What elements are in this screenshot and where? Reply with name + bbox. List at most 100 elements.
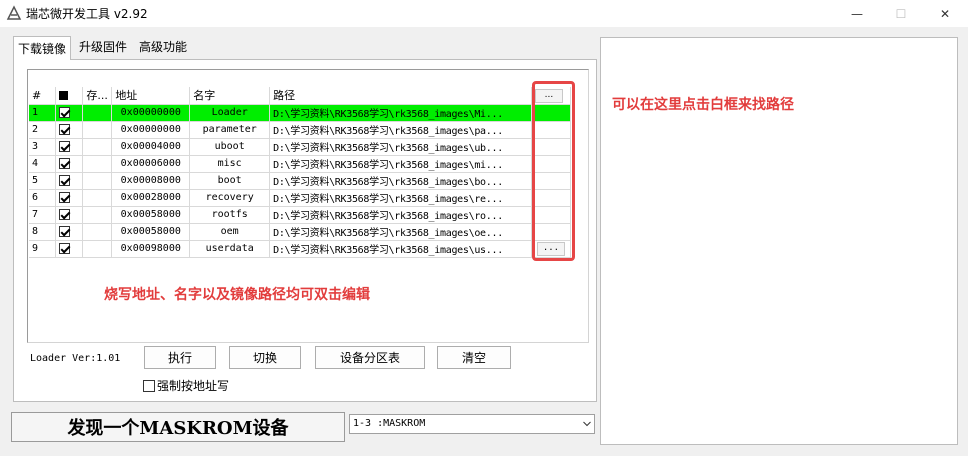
col-header-index[interactable]: # [29, 87, 57, 105]
checkbox-checked-icon[interactable] [59, 242, 71, 254]
close-button[interactable]: ✕ [922, 0, 968, 27]
partition-table-button[interactable]: 设备分区表 [315, 346, 425, 369]
row-path[interactable]: D:\学习资料\RK3568学习\rk3568_images\ro... [269, 206, 532, 224]
row-path[interactable]: D:\学习资料\RK3568学习\rk3568_images\ub... [269, 138, 532, 156]
annotation-edit-hint: 烧写地址、名字以及镜像路径均可双击编辑 [104, 287, 370, 303]
row-name[interactable]: userdata [189, 240, 271, 258]
force-by-address-option[interactable]: 强制按地址写 [143, 377, 229, 394]
row-address[interactable]: 0x00028000 [111, 189, 191, 207]
window-title: 瑞芯微开发工具 v2.92 [26, 7, 148, 21]
tab-upgrade-firmware[interactable]: 升级固件 [75, 37, 131, 59]
maximize-button[interactable]: ☐ [878, 0, 924, 27]
table-row[interactable]: 3 0x00004000 uboot D:\学习资料\RK3568学习\rk3568_… [29, 138, 572, 156]
row-path[interactable]: D:\学习资料\RK3568学习\rk3568_images\Mi... [269, 104, 532, 122]
row-name[interactable]: misc [189, 155, 271, 173]
row-storage[interactable] [82, 189, 113, 207]
row-path[interactable]: D:\学习资料\RK3568学习\rk3568_images\oe... [269, 223, 532, 241]
row-index[interactable]: 4 [29, 155, 57, 173]
row-address[interactable]: 0x00000000 [111, 104, 191, 122]
force-by-address-label: 强制按地址写 [157, 379, 230, 393]
row-address[interactable]: 0x00058000 [111, 223, 191, 241]
row-storage[interactable] [82, 223, 113, 241]
row-checkbox[interactable] [55, 172, 84, 190]
checkbox-checked-icon[interactable] [59, 140, 71, 152]
row-storage[interactable] [82, 104, 113, 122]
table-row[interactable]: 8 0x00058000 oem D:\学习资料\RK3568学习\rk3568_im… [29, 223, 572, 241]
checkbox-checked-icon[interactable] [59, 174, 71, 186]
app-logo-icon [6, 5, 22, 20]
row-path[interactable]: D:\学习资料\RK3568学习\rk3568_images\us... [269, 240, 532, 258]
row-address[interactable]: 0x00008000 [111, 172, 191, 190]
row-storage[interactable] [82, 240, 113, 258]
row-storage[interactable] [82, 155, 113, 173]
table-row[interactable]: 6 0x00028000 recovery D:\学习资料\RK3568学习\rk35… [29, 189, 572, 207]
execute-button[interactable]: 执行 [144, 346, 216, 369]
row-path[interactable]: D:\学习资料\RK3568学习\rk3568_images\re... [269, 189, 532, 207]
row-path[interactable]: D:\学习资料\RK3568学习\rk3568_images\pa... [269, 121, 532, 139]
row-address[interactable]: 0x00004000 [111, 138, 191, 156]
row-name[interactable]: oem [189, 223, 271, 241]
row-address[interactable]: 0x00098000 [111, 240, 191, 258]
force-by-address-checkbox[interactable] [143, 379, 155, 392]
row-name[interactable]: parameter [189, 121, 271, 139]
status-message: 发现一个MASKROM设备 [11, 412, 345, 442]
row-address[interactable]: 0x00006000 [111, 155, 191, 173]
row-path[interactable]: D:\学习资料\RK3568学习\rk3568_images\bo... [269, 172, 532, 190]
row-address[interactable]: 0x00000000 [111, 121, 191, 139]
row-storage[interactable] [82, 172, 113, 190]
row-name[interactable]: Loader [189, 104, 271, 122]
checkbox-checked-icon[interactable] [59, 106, 71, 118]
tab-download-image[interactable]: 下载镜像 [13, 36, 72, 60]
checkbox-checked-icon[interactable] [59, 157, 71, 169]
row-name[interactable]: uboot [189, 138, 271, 156]
checkbox-checked-icon[interactable] [59, 191, 71, 203]
row-name[interactable]: recovery [189, 189, 271, 207]
table-row[interactable]: 5 0x00008000 boot D:\学习资料\RK3568学习\rk3568_i… [29, 172, 572, 190]
row-checkbox[interactable] [55, 240, 84, 258]
row-index[interactable]: 9 [29, 240, 57, 258]
row-index[interactable]: 5 [29, 172, 57, 190]
row-checkbox[interactable] [55, 223, 84, 241]
device-select[interactable]: 1-3 :MASKROM [349, 414, 595, 434]
row-name[interactable]: boot [189, 172, 271, 190]
row-checkbox[interactable] [55, 138, 84, 156]
row-checkbox[interactable] [55, 104, 84, 122]
loader-version: Loader Ver:1.01 [30, 353, 121, 364]
checkbox-checked-icon[interactable] [59, 225, 71, 237]
row-path[interactable]: D:\学习资料\RK3568学习\rk3568_images\mi... [269, 155, 532, 173]
row-checkbox[interactable] [55, 155, 84, 173]
col-header-check[interactable] [55, 87, 84, 105]
row-index[interactable]: 8 [29, 223, 57, 241]
minimize-button[interactable]: — [834, 0, 880, 27]
tab-advanced-functions[interactable]: 高级功能 [135, 37, 191, 59]
checkbox-checked-icon[interactable] [59, 123, 71, 135]
table-row[interactable]: 9 0x00098000 userdata D:\学习资料\RK3568学习\rk35… [29, 240, 572, 258]
row-index[interactable]: 2 [29, 121, 57, 139]
switch-button[interactable]: 切换 [229, 346, 301, 369]
table-row[interactable]: 1 0x00000000 Loader D:\学习资料\RK3568学习\rk3568… [29, 104, 572, 122]
col-header-address[interactable]: 地址 [111, 87, 191, 105]
row-index[interactable]: 7 [29, 206, 57, 224]
table-row[interactable]: 7 0x00058000 rootfs D:\学习资料\RK3568学习\rk3568… [29, 206, 572, 224]
col-header-name[interactable]: 名字 [189, 87, 271, 105]
table-row[interactable]: 4 0x00006000 misc D:\学习资料\RK3568学习\rk3568_i… [29, 155, 572, 173]
row-checkbox[interactable] [55, 206, 84, 224]
checkbox-checked-icon[interactable] [59, 208, 71, 220]
table-header-row: # 存... 地址 名字 路径 ... [29, 87, 572, 105]
row-index[interactable]: 3 [29, 138, 57, 156]
select-all-square-icon[interactable] [59, 91, 69, 101]
col-header-path[interactable]: 路径 [269, 87, 532, 105]
row-storage[interactable] [82, 121, 113, 139]
chevron-down-icon[interactable] [583, 420, 591, 428]
row-name[interactable]: rootfs [189, 206, 271, 224]
row-storage[interactable] [82, 206, 113, 224]
col-header-storage[interactable]: 存... [82, 87, 113, 105]
row-storage[interactable] [82, 138, 113, 156]
row-index[interactable]: 1 [29, 104, 57, 122]
table-row[interactable]: 2 0x00000000 parameter D:\学习资料\RK3568学习\rk3… [29, 121, 572, 139]
row-address[interactable]: 0x00058000 [111, 206, 191, 224]
row-checkbox[interactable] [55, 121, 84, 139]
row-checkbox[interactable] [55, 189, 84, 207]
clear-button[interactable]: 清空 [437, 346, 511, 369]
row-index[interactable]: 6 [29, 189, 57, 207]
